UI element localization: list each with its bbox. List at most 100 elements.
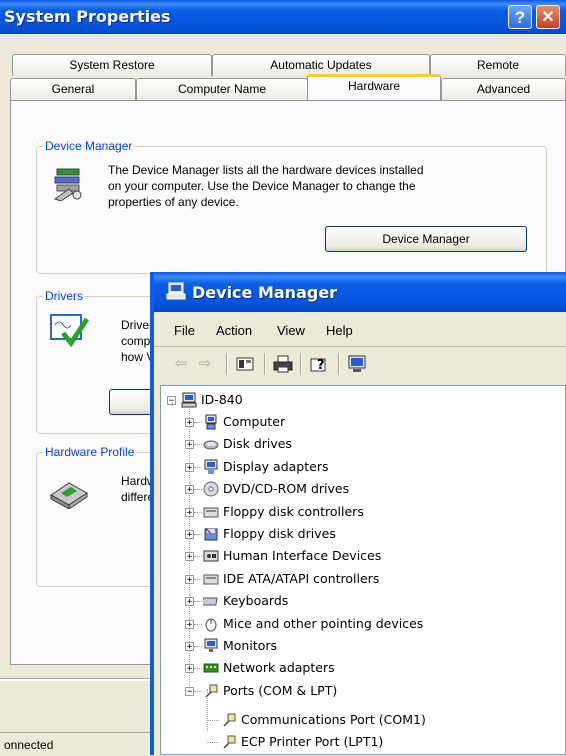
tree-item-label: DVD/CD-ROM drives <box>223 481 350 497</box>
menu-file[interactable]: File <box>174 323 195 338</box>
expand-icon[interactable]: + <box>185 574 194 584</box>
toolbar-separator <box>338 353 340 375</box>
tab-computer-name[interactable]: Computer Name <box>136 78 308 100</box>
hid-icon <box>203 550 219 562</box>
tree-item-label: Computer <box>223 414 286 429</box>
tab-automatic-updates[interactable]: Automatic Updates <box>212 54 430 76</box>
tree-item-label: Floppy disk controllers <box>223 503 364 519</box>
hardware-profiles-group-label: Hardware Profile <box>43 445 137 459</box>
collapse-icon[interactable]: − <box>185 686 194 696</box>
tree-item-label: ECP Printer Port (LPT1) <box>241 734 384 749</box>
tree-item-label: Floppy disk drives <box>223 526 336 541</box>
tree-connector <box>194 556 202 558</box>
svg-text:?: ? <box>317 358 325 373</box>
forward-arrow-icon[interactable]: ⇨ <box>194 353 216 375</box>
device-manager-group-label: Device Manager <box>43 139 135 153</box>
expand-icon[interactable]: + <box>185 462 194 472</box>
tree-connector <box>194 466 202 468</box>
tree-connector <box>194 489 202 491</box>
device-manager-title-bar[interactable]: Device Manager <box>154 272 566 312</box>
tab-hardware[interactable]: Hardware <box>307 74 441 100</box>
toolbar-separator <box>226 353 228 375</box>
device-manager-window-icon <box>166 282 186 300</box>
device-manager-button[interactable]: Device Manager <box>325 226 527 252</box>
help-topics-icon[interactable]: ? <box>308 353 330 375</box>
toolbar: ⇦ ⇨ ? <box>154 347 566 379</box>
device-manager-title: Device Manager <box>192 283 338 302</box>
status-text: onnected <box>4 738 54 752</box>
tree-item-label: Mice and other pointing devices <box>223 615 424 631</box>
expand-icon[interactable]: + <box>185 619 194 629</box>
cdrom-icon <box>203 481 219 497</box>
disk-drive-icon <box>203 440 219 450</box>
drivers-group-label: Drivers <box>43 289 85 303</box>
computer-icon <box>205 414 217 430</box>
device-manager-description-line: properties of any device. <box>108 195 239 209</box>
device-manager-group: Device Manager The Device Manager lists … <box>36 139 547 274</box>
close-button[interactable]: ✕ <box>536 5 560 29</box>
tree-connector <box>194 578 202 580</box>
controller-icon <box>203 574 219 585</box>
tree-connector <box>194 534 202 535</box>
tree-connector <box>172 402 173 406</box>
system-properties-title-bar[interactable]: System Properties <box>0 0 566 34</box>
tree-item-label: Ports (COM & LPT) <box>223 682 338 698</box>
device-manager-description-line: on your computer. Use the Device Manager… <box>108 179 416 193</box>
expand-icon[interactable]: + <box>185 507 194 517</box>
tab-general[interactable]: General <box>10 78 136 100</box>
tree-item-label: Disk drives <box>223 436 292 452</box>
tree-item-label: Communications Port (COM1) <box>241 712 426 727</box>
menu-view[interactable]: View <box>277 323 305 338</box>
window-title: System Properties <box>4 7 171 26</box>
tree-item-label: Display adapters <box>223 458 329 474</box>
expand-icon[interactable]: + <box>185 440 194 450</box>
toolbar-separator <box>264 353 266 375</box>
controller-icon <box>203 507 219 518</box>
tree-item-label: Monitors <box>223 638 278 653</box>
toolbar-separator <box>300 353 302 375</box>
tree-root-label: ID-840 <box>201 392 243 407</box>
floppy-icon <box>204 527 218 541</box>
port-icon <box>205 684 218 698</box>
expand-icon[interactable]: + <box>185 642 194 652</box>
device-manager-description-line: The Device Manager lists all the hardwar… <box>108 163 424 177</box>
expand-icon[interactable]: + <box>185 664 194 674</box>
menu-action[interactable]: Action <box>216 323 252 338</box>
mouse-icon <box>205 618 217 632</box>
port-icon <box>223 735 236 749</box>
help-button[interactable]: ? <box>508 5 532 29</box>
tab-system-restore[interactable]: System Restore <box>12 54 212 76</box>
expand-icon[interactable]: + <box>185 530 194 540</box>
tree-item-label: Human Interface Devices <box>223 548 382 564</box>
device-manager-window: Device Manager File Action View Help ⇦ ⇨… <box>150 272 566 755</box>
tree-connector <box>194 422 202 423</box>
tree-connector <box>194 690 202 692</box>
display-adapter-icon <box>204 459 218 474</box>
keyboard-icon <box>203 597 218 606</box>
expand-icon[interactable]: + <box>185 597 194 607</box>
menu-help[interactable]: Help <box>326 323 353 338</box>
expand-icon[interactable]: + <box>185 485 194 495</box>
tree-item-label: Keyboards <box>223 593 289 609</box>
network-adapter-icon <box>203 663 219 673</box>
device-manager-icon <box>53 168 82 201</box>
monitor-icon <box>204 638 218 652</box>
driver-signing-icon <box>50 314 89 347</box>
tree-connector <box>194 623 202 625</box>
back-arrow-icon[interactable]: ⇦ <box>170 353 192 375</box>
tree-connector <box>194 601 202 603</box>
device-tree[interactable]: − ID-840 + Computer + Disk drives + Display a… <box>160 385 566 755</box>
tree-connector <box>194 668 202 670</box>
tab-advanced[interactable]: Advanced <box>441 78 566 100</box>
expand-icon[interactable]: + <box>185 418 194 428</box>
tab-remote[interactable]: Remote <box>430 54 566 76</box>
tree-connector <box>194 511 202 513</box>
print-icon[interactable] <box>272 353 294 375</box>
tree-connector <box>207 689 208 731</box>
tree-item-label: Network adapters <box>223 660 335 676</box>
expand-icon[interactable]: + <box>185 552 194 562</box>
properties-pane-icon[interactable] <box>234 353 256 375</box>
scan-hardware-icon[interactable] <box>346 353 368 375</box>
tree-connector <box>194 646 202 647</box>
hardware-profile-icon <box>50 482 88 509</box>
